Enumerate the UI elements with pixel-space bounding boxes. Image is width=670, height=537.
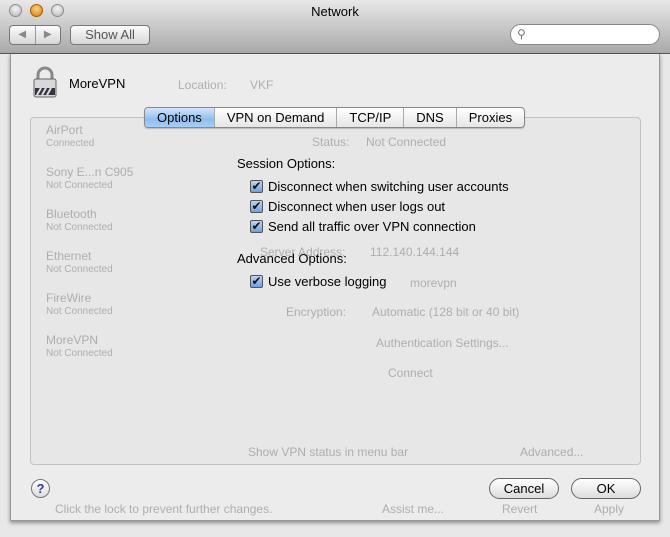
- tab-options[interactable]: Options: [145, 108, 215, 127]
- disconnect-switching-checkbox[interactable]: ✔ Disconnect when switching user accounts: [250, 179, 509, 194]
- encryption-label: Encryption:: [286, 305, 347, 319]
- search-input[interactable]: ⚲: [510, 24, 660, 45]
- checkmark-icon: ✔: [250, 199, 263, 213]
- service-item: MoreVPN Not Connected: [46, 333, 113, 359]
- revert-button: Revert: [502, 502, 538, 516]
- advanced-options-heading: Advanced Options:: [237, 251, 347, 266]
- forward-button[interactable]: ▶: [36, 26, 61, 44]
- search-icon: ⚲: [517, 27, 526, 41]
- tab-vpn-on-demand[interactable]: VPN on Demand: [215, 108, 338, 127]
- status-value: Not Connected: [366, 135, 447, 149]
- send-all-traffic-checkbox[interactable]: ✔ Send all traffic over VPN connection: [250, 219, 476, 234]
- window-title: Network: [311, 4, 359, 19]
- checkmark-icon: ✔: [250, 179, 263, 193]
- lock-text: Click the lock to prevent further change…: [55, 502, 273, 516]
- vpn-lock-icon: [33, 66, 57, 98]
- ok-button[interactable]: OK: [571, 478, 641, 499]
- session-options-heading: Session Options:: [237, 156, 336, 171]
- encryption-select: Automatic (128 bit or 40 bit): [372, 305, 520, 319]
- auth-settings-button: Authentication Settings...: [376, 336, 509, 350]
- show-vpn-status-checkbox: Show VPN status in menu bar: [248, 445, 409, 459]
- nav-buttons: ◀ ▶: [9, 25, 61, 45]
- service-item: FireWire Not Connected: [46, 291, 113, 317]
- verbose-logging-checkbox[interactable]: ✔ Use verbose logging: [250, 274, 387, 289]
- checkbox-label: Disconnect when user logs out: [268, 199, 446, 214]
- service-list: AirPort Connected Sony E...n C905 Not Conn…: [46, 123, 133, 375]
- checkbox-label: Use verbose logging: [268, 274, 387, 289]
- service-item: AirPort Connected: [46, 123, 95, 149]
- service-item: Bluetooth Not Connected: [46, 207, 113, 233]
- assist-button: Assist me...: [382, 502, 445, 516]
- service-item: Ethernet Not Connected: [46, 249, 113, 275]
- title-bar: Network ◀ ▶ Show All ⚲: [0, 0, 670, 54]
- tab-tcp-ip[interactable]: TCP/IP: [337, 108, 405, 127]
- checkmark-icon: ✔: [250, 219, 263, 233]
- advanced-button: Advanced...: [520, 445, 584, 459]
- disconnect-logout-checkbox[interactable]: ✔ Disconnect when user logs out: [250, 199, 445, 214]
- location-select: VKF: [250, 78, 274, 92]
- location-label: Location:: [178, 78, 227, 92]
- tab-dns[interactable]: DNS: [404, 108, 457, 127]
- back-button[interactable]: ◀: [10, 26, 36, 44]
- help-button[interactable]: ?: [31, 479, 50, 498]
- service-item: Sony E...n C905 Not Connected: [46, 165, 134, 191]
- account-field: morevpn: [410, 276, 457, 290]
- service-name: MoreVPN: [69, 76, 126, 91]
- server-field: 112.140.144.144: [370, 245, 460, 259]
- connect-button: Connect: [388, 366, 433, 380]
- tab-proxies[interactable]: Proxies: [457, 108, 524, 127]
- tab-bar: Options VPN on Demand TCP/IP DNS Proxies: [144, 107, 526, 128]
- checkbox-label: Disconnect when switching user accounts: [268, 179, 509, 194]
- checkbox-label: Send all traffic over VPN connection: [268, 219, 476, 234]
- status-label: Status:: [312, 135, 350, 149]
- checkmark-icon: ✔: [250, 274, 263, 288]
- show-all-button[interactable]: Show All: [70, 25, 150, 45]
- apply-button: Apply: [594, 502, 625, 516]
- cancel-button[interactable]: Cancel: [489, 478, 559, 499]
